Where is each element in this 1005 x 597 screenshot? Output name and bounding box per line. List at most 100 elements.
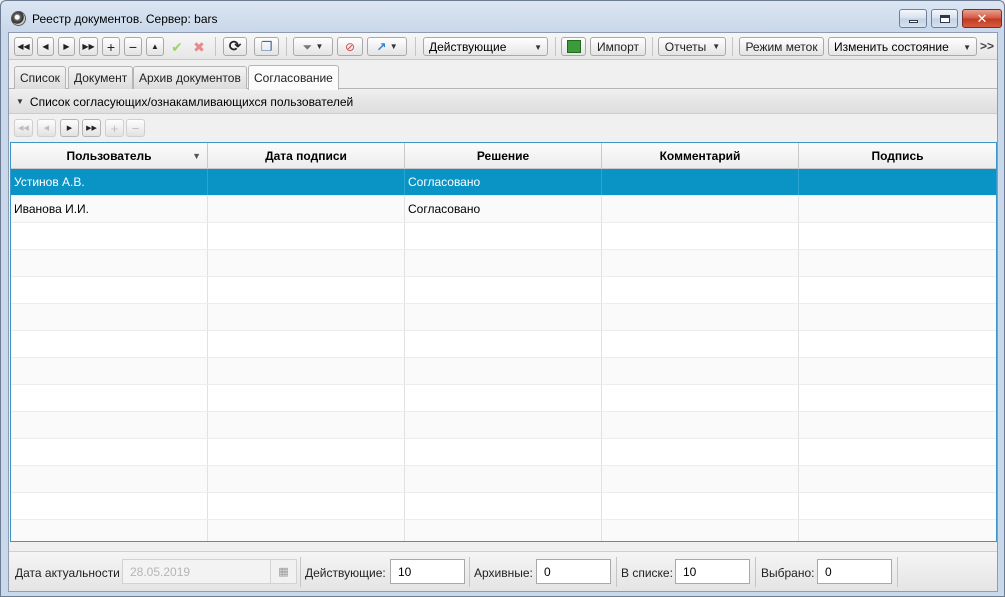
jump-button[interactable]: ↗ ▼ [367, 37, 407, 56]
table-cell[interactable] [208, 169, 405, 195]
table-cell[interactable] [11, 358, 208, 384]
table-cell[interactable] [405, 304, 602, 330]
table-cell[interactable] [799, 223, 996, 249]
table-cell[interactable] [11, 385, 208, 411]
table-cell[interactable] [11, 466, 208, 492]
column-header-decision[interactable]: Решение [405, 143, 602, 168]
table-cell[interactable] [602, 358, 799, 384]
table-cell[interactable] [405, 439, 602, 465]
close-button[interactable]: ✕ [962, 9, 1002, 28]
table-cell[interactable] [602, 439, 799, 465]
move-up-button[interactable]: ▲ [146, 37, 164, 56]
table-cell[interactable] [602, 196, 799, 222]
column-header-user[interactable]: Пользователь ▼ [11, 143, 208, 168]
table-cell[interactable] [799, 493, 996, 519]
grid-next-button[interactable]: ▶ [60, 119, 79, 137]
table-row[interactable] [11, 358, 996, 385]
table-cell[interactable] [405, 493, 602, 519]
selected-count-field[interactable]: 0 [817, 559, 892, 584]
table-cell[interactable] [405, 385, 602, 411]
table-cell[interactable] [11, 520, 208, 541]
add-record-button[interactable]: + [102, 37, 120, 56]
last-record-button[interactable]: ▶▶ [79, 37, 98, 56]
table-cell[interactable] [799, 250, 996, 276]
table-cell[interactable] [602, 223, 799, 249]
confirm-button[interactable]: ✔ [168, 37, 186, 56]
table-cell[interactable]: Согласовано [405, 196, 602, 222]
table-row[interactable] [11, 277, 996, 304]
table-cell[interactable] [208, 196, 405, 222]
archive-count-field[interactable]: 0 [536, 559, 611, 584]
tab-document[interactable]: Документ [68, 66, 134, 89]
table-row[interactable] [11, 331, 996, 358]
table-cell[interactable] [208, 493, 405, 519]
table-cell[interactable] [602, 466, 799, 492]
table-row[interactable] [11, 439, 996, 466]
table-cell[interactable] [602, 277, 799, 303]
import-button[interactable]: Импорт [590, 37, 646, 56]
first-record-button[interactable]: ◀◀ [14, 37, 33, 56]
table-cell[interactable] [799, 385, 996, 411]
table-cell[interactable] [11, 412, 208, 438]
table-cell[interactable] [208, 466, 405, 492]
table-row[interactable] [11, 520, 996, 541]
tab-archive[interactable]: Архив документов [133, 66, 247, 89]
table-cell[interactable] [602, 520, 799, 541]
toolbar-overflow-button[interactable]: >> [980, 39, 994, 53]
maximize-button[interactable] [931, 9, 958, 28]
table-cell[interactable] [11, 304, 208, 330]
minimize-button[interactable] [899, 9, 927, 28]
table-cell[interactable] [405, 412, 602, 438]
table-cell[interactable] [799, 439, 996, 465]
next-record-button[interactable]: ▶ [58, 37, 75, 56]
table-cell[interactable] [208, 304, 405, 330]
table-row[interactable] [11, 466, 996, 493]
delete-record-button[interactable]: − [124, 37, 142, 56]
table-cell[interactable] [11, 250, 208, 276]
clear-filter-button[interactable]: ⊘ [337, 37, 363, 56]
table-cell[interactable]: Иванова И.И. [11, 196, 208, 222]
copy-button[interactable]: ❐ [254, 37, 279, 56]
change-state-button[interactable]: Изменить состояние ▼ [828, 37, 977, 56]
grid-prev-button[interactable]: ◀ [37, 119, 56, 137]
table-cell[interactable] [799, 169, 996, 195]
column-header-sign-date[interactable]: Дата подписи [208, 143, 405, 168]
table-cell[interactable] [405, 223, 602, 249]
table-row[interactable] [11, 250, 996, 277]
table-cell[interactable] [602, 412, 799, 438]
column-header-signature[interactable]: Подпись [799, 143, 996, 168]
table-cell[interactable] [799, 520, 996, 541]
table-cell[interactable] [11, 439, 208, 465]
table-cell[interactable] [208, 331, 405, 357]
table-cell[interactable] [602, 331, 799, 357]
tab-approval[interactable]: Согласование [248, 65, 339, 90]
table-cell[interactable] [405, 520, 602, 541]
table-cell[interactable] [11, 493, 208, 519]
date-field[interactable]: 28.05.2019 [122, 559, 271, 584]
table-row[interactable] [11, 493, 996, 520]
tag-mode-button[interactable]: Режим меток [739, 37, 824, 56]
table-cell[interactable] [405, 277, 602, 303]
table-cell[interactable] [799, 196, 996, 222]
table-row[interactable] [11, 412, 996, 439]
column-header-comment[interactable]: Комментарий [602, 143, 799, 168]
table-cell[interactable] [602, 493, 799, 519]
table-cell[interactable] [799, 358, 996, 384]
table-cell[interactable] [799, 304, 996, 330]
table-cell[interactable] [799, 466, 996, 492]
refresh-button[interactable]: ⟳ [223, 37, 247, 56]
tab-list[interactable]: Список [14, 66, 66, 89]
calendar-button[interactable]: ▦ [270, 559, 297, 584]
table-cell[interactable] [602, 304, 799, 330]
table-cell[interactable] [602, 385, 799, 411]
table-row[interactable] [11, 223, 996, 250]
reports-button[interactable]: Отчеты ▼ [658, 37, 726, 56]
table-cell[interactable] [11, 223, 208, 249]
table-cell[interactable] [405, 358, 602, 384]
table-cell[interactable] [208, 358, 405, 384]
in-list-field[interactable]: 10 [675, 559, 750, 584]
grid-first-button[interactable]: ◀◀ [14, 119, 33, 137]
table-row[interactable]: Устинов А.В. Согласовано [11, 169, 996, 196]
table-cell[interactable] [602, 169, 799, 195]
table-row[interactable] [11, 385, 996, 412]
